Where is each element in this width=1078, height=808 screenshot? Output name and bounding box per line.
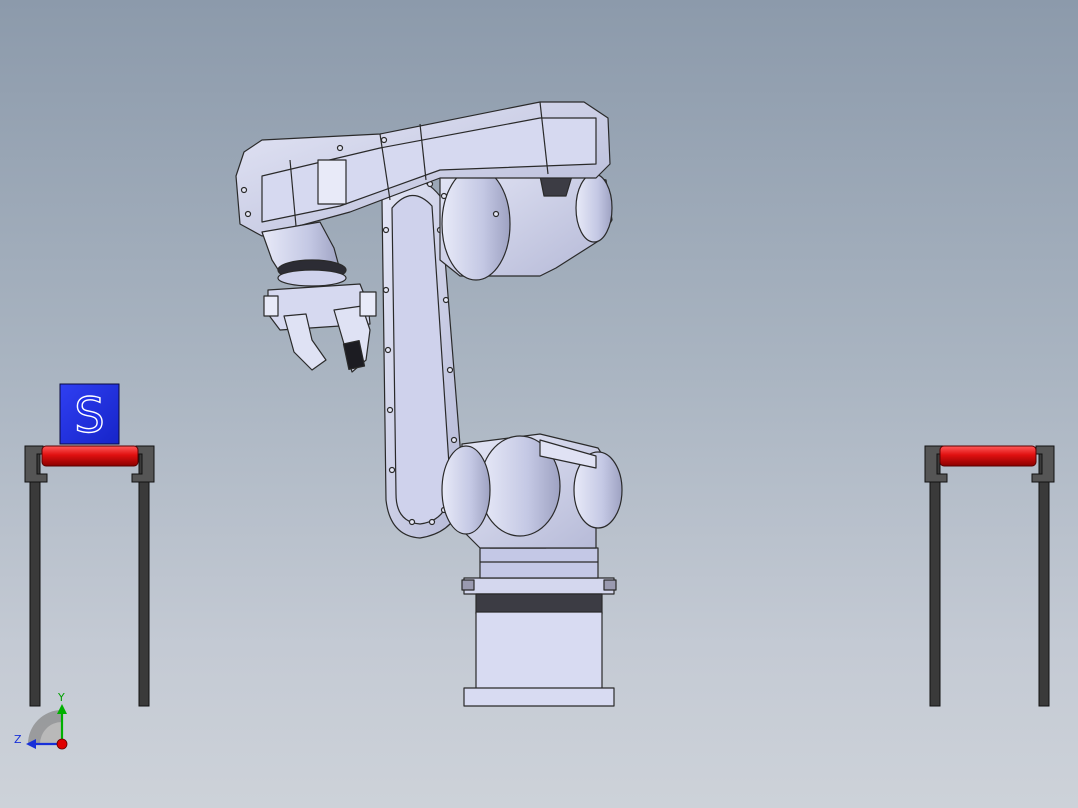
- left-conveyor-leg-right: [138, 451, 150, 707]
- triad-x-axis-dot: [56, 738, 68, 750]
- robot-wrist: [261, 221, 347, 287]
- triad-z-label: Z: [14, 733, 22, 746]
- triad-y-label: Y: [57, 691, 65, 704]
- robot-arm[interactable]: [235, 101, 623, 707]
- right-conveyor-leg-right: [1038, 451, 1050, 707]
- workpiece-box-letter: S: [74, 388, 104, 444]
- right-conveyor-leg-left: [929, 451, 941, 707]
- left-conveyor-leg-left: [29, 451, 41, 707]
- robot-pedestal: [461, 569, 617, 707]
- left-conveyor[interactable]: [24, 445, 155, 707]
- workpiece-box[interactable]: S: [59, 383, 120, 445]
- cad-viewport[interactable]: S Y Z: [0, 0, 1078, 808]
- robot-gripper[interactable]: [263, 283, 377, 373]
- right-conveyor-roller: [939, 445, 1037, 467]
- assembly-scene: S Y Z: [14, 101, 1055, 750]
- left-conveyor-roller: [41, 445, 139, 467]
- robot-elbow: [426, 161, 613, 281]
- right-conveyor[interactable]: [924, 445, 1055, 707]
